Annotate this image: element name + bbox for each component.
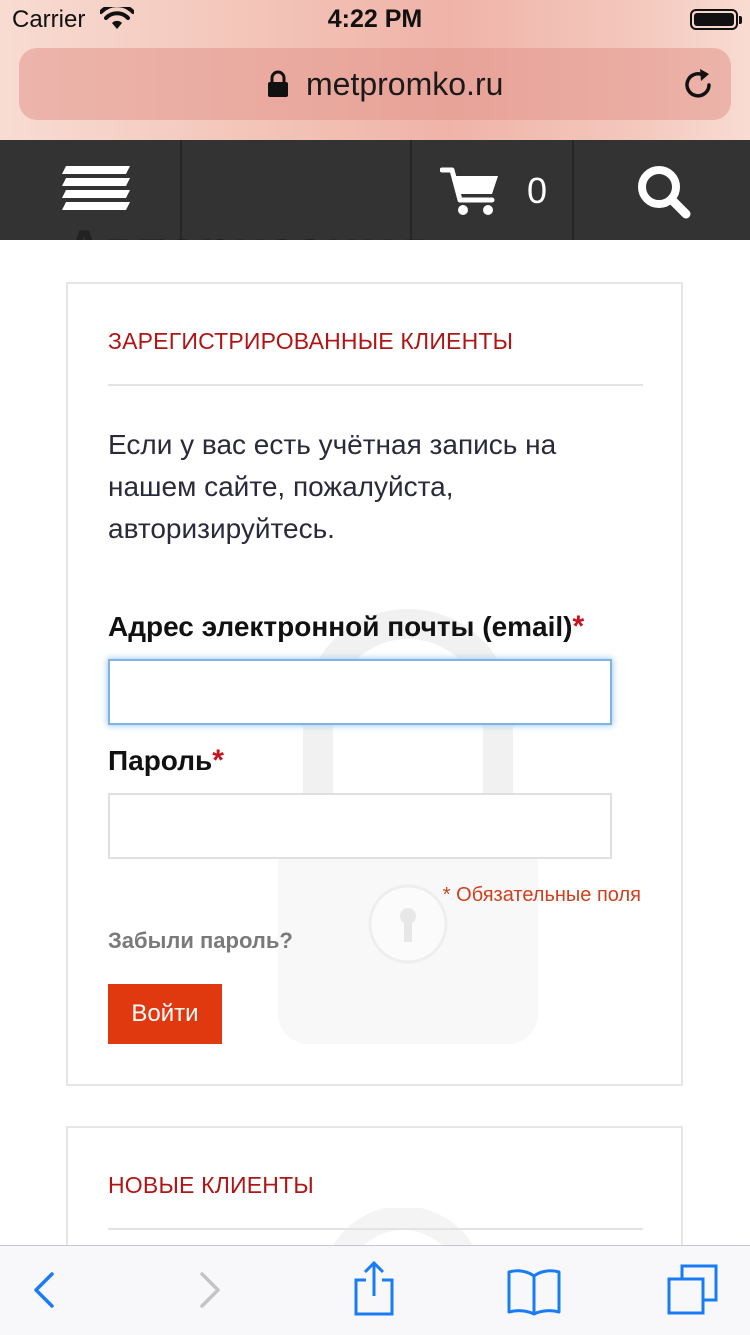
tabs-icon[interactable] (666, 1264, 720, 1321)
status-bar: Carrier 4:22 PM (0, 0, 750, 40)
search-icon[interactable] (636, 164, 692, 225)
email-label: Адрес электронной почты (email)* (108, 610, 584, 644)
share-icon[interactable] (352, 1260, 396, 1323)
email-label-text: Адрес электронной почты (email) (108, 611, 573, 642)
lock-icon (267, 70, 289, 103)
password-label: Пароль* (108, 744, 224, 778)
required-fields-note: * Обязательные поля (442, 884, 641, 906)
new-customers-heading: НОВЫЕ КЛИЕНТЫ (108, 1172, 314, 1198)
url-text[interactable]: metpromko.ru (306, 66, 503, 103)
cart-count[interactable]: 0 (527, 170, 547, 212)
reload-icon[interactable] (683, 68, 715, 107)
login-button[interactable]: Войти (108, 984, 222, 1044)
login-intro-text: Если у вас есть учётная запись на нашем … (108, 429, 557, 544)
browser-toolbar (0, 1245, 750, 1335)
registered-customers-heading: ЗАРЕГИСТРИРОВАННЫЕ КЛИЕНТЫ (108, 328, 514, 354)
password-label-text: Пароль (108, 745, 213, 776)
heading-divider (108, 384, 643, 386)
required-asterisk: * (212, 744, 224, 777)
forgot-password-link[interactable]: Забыли пароль? (108, 928, 293, 954)
status-time: 4:22 PM (327, 5, 423, 33)
battery-icon (690, 9, 742, 30)
bookmarks-icon[interactable] (506, 1266, 562, 1321)
registered-customers-panel: ЗАРЕГИСТРИРОВАННЫЕ КЛИЕНТЫ Если у вас ес… (66, 282, 683, 1086)
forward-icon[interactable] (196, 1264, 224, 1319)
browser-chrome: Carrier 4:22 PM metpromko.ru (0, 0, 750, 140)
required-asterisk: * (572, 610, 585, 643)
page-title: Авторизация (64, 190, 427, 240)
heading-divider (108, 1228, 643, 1230)
password-field[interactable] (108, 793, 612, 859)
cart-icon[interactable] (439, 166, 500, 223)
back-icon[interactable] (30, 1264, 58, 1319)
email-field[interactable] (108, 659, 612, 725)
header-divider (572, 140, 574, 240)
address-bar[interactable]: metpromko.ru (19, 48, 731, 120)
